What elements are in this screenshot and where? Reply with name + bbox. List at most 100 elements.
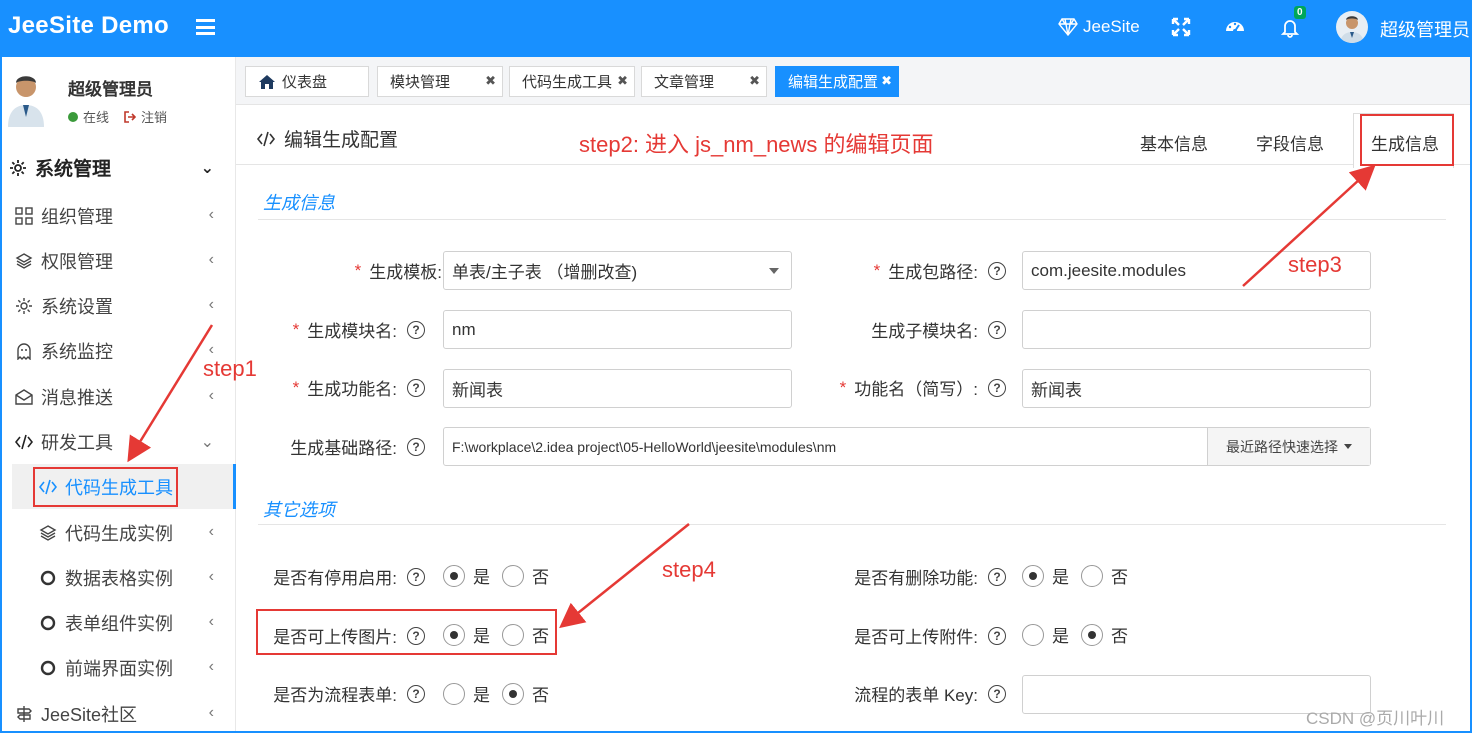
dashboard-icon[interactable] xyxy=(1224,16,1246,38)
upload-attach-label: 是否可上传附件:? xyxy=(796,623,1006,648)
annotation-box-step4 xyxy=(256,609,557,655)
sidebar-item-system-admin[interactable]: 系统管理 ⌄ xyxy=(0,145,236,190)
avatar[interactable] xyxy=(1336,11,1368,43)
close-icon[interactable]: ✖ xyxy=(485,73,496,89)
help-icon[interactable]: ? xyxy=(988,567,1006,586)
sidebar-item-community[interactable]: JeeSite社区 ‹ xyxy=(0,691,236,733)
tab-bar: 仪表盘 模块管理 ✖ 代码生成工具 ✖ 文章管理 ✖ 编辑生成配置 ✖ xyxy=(236,57,1472,105)
sidebar-user-name: 超级管理员 xyxy=(68,80,153,99)
annotation-step1: step1 xyxy=(203,356,257,381)
submodule-label: 生成子模块名:? xyxy=(796,317,1006,342)
sidebar-item-table-example[interactable]: 数据表格实例 ‹ xyxy=(0,555,236,600)
annotation-box-step3 xyxy=(1360,114,1454,166)
short-name-label: * 功能名（简写）:? xyxy=(796,375,1006,400)
function-label: * 生成功能名:? xyxy=(272,375,425,400)
package-label: * 生成包路径:? xyxy=(796,258,1006,283)
recent-path-button[interactable]: 最近路径快速选择 xyxy=(1207,428,1370,465)
sidebar-item-message[interactable]: 消息推送 ‹ xyxy=(0,374,236,419)
section-divider xyxy=(258,219,1446,220)
help-icon[interactable]: ? xyxy=(988,684,1006,703)
submodule-input[interactable] xyxy=(1022,310,1371,349)
module-input[interactable]: nm xyxy=(443,310,792,349)
menu-icon[interactable] xyxy=(196,19,215,35)
flow-form-radio-group: 是 否 xyxy=(443,681,561,706)
radio-no[interactable] xyxy=(1081,564,1103,587)
logout-link[interactable]: 注销 xyxy=(141,107,167,126)
upload-attach-radio-group: 是 否 xyxy=(1022,622,1140,647)
subtab-basic-info[interactable]: 基本信息 xyxy=(1140,130,1208,155)
annotation-box-step1 xyxy=(33,467,178,507)
user-panel: 超级管理员 在线 注销 xyxy=(0,57,236,142)
subtab-field-info[interactable]: 字段信息 xyxy=(1256,130,1324,155)
help-icon[interactable]: ? xyxy=(407,378,425,397)
brand-logo[interactable]: JeeSite Demo xyxy=(8,12,169,40)
top-navbar: JeeSite Demo JeeSite 0 超级管理员 xyxy=(0,0,1472,57)
help-icon[interactable]: ? xyxy=(988,378,1006,397)
template-label: * 生成模板: xyxy=(354,260,442,283)
online-dot-icon xyxy=(68,111,78,122)
chevron-left-icon: ‹ xyxy=(208,613,214,630)
tab-codegen-tool[interactable]: 代码生成工具 ✖ xyxy=(509,66,635,97)
sidebar-item-monitor[interactable]: 系统监控 ‹ xyxy=(0,328,236,373)
close-icon[interactable]: ✖ xyxy=(749,73,760,89)
circle-icon xyxy=(38,568,58,588)
layers-icon xyxy=(38,523,58,543)
code-icon xyxy=(256,131,276,146)
ghost-icon xyxy=(14,341,34,361)
notification-icon[interactable] xyxy=(1279,16,1301,38)
close-icon[interactable]: ✖ xyxy=(881,73,892,89)
sidebar: 超级管理员 在线 注销 系统管理 ⌄ 组织管理 ‹ 权限管理 ‹ 系统设置 ‹ … xyxy=(0,57,236,733)
jeesite-link[interactable]: JeeSite xyxy=(1058,17,1140,37)
close-icon[interactable]: ✖ xyxy=(617,73,628,89)
radio-yes[interactable] xyxy=(443,682,465,705)
base-path-input[interactable]: F:\workplace\2.idea project\05-HelloWorl… xyxy=(443,427,1371,466)
watermark: CSDN @页川叶川 xyxy=(1306,709,1445,728)
function-input[interactable]: 新闻表 xyxy=(443,369,792,408)
diamond-icon xyxy=(1058,18,1078,36)
section-title-other: 其它选项 xyxy=(263,500,335,520)
help-icon[interactable]: ? xyxy=(988,320,1006,339)
radio-no[interactable] xyxy=(502,682,524,705)
tab-dashboard[interactable]: 仪表盘 xyxy=(245,66,369,97)
logout-icon[interactable] xyxy=(124,110,137,123)
flow-key-label: 流程的表单 Key:? xyxy=(796,681,1006,706)
short-name-input[interactable]: 新闻表 xyxy=(1022,369,1371,408)
avatar xyxy=(8,76,44,127)
sidebar-item-codegen-example[interactable]: 代码生成实例 ‹ xyxy=(0,510,236,555)
radio-no[interactable] xyxy=(1081,623,1103,646)
chevron-down-icon: ⌄ xyxy=(200,434,214,451)
fullscreen-icon[interactable] xyxy=(1170,16,1192,38)
sidebar-item-settings[interactable]: 系统设置 ‹ xyxy=(0,283,236,328)
chevron-left-icon: ‹ xyxy=(208,206,214,223)
radio-yes[interactable] xyxy=(443,564,465,587)
gear-icon xyxy=(14,296,34,316)
help-icon[interactable]: ? xyxy=(988,626,1006,645)
radio-no[interactable] xyxy=(502,564,524,587)
radio-yes[interactable] xyxy=(1022,564,1044,587)
disable-enable-label: 是否有停用启用:? xyxy=(256,564,425,589)
help-icon[interactable]: ? xyxy=(407,567,425,586)
sidebar-item-org[interactable]: 组织管理 ‹ xyxy=(0,193,236,238)
tab-module-mgmt[interactable]: 模块管理 ✖ xyxy=(377,66,503,97)
chevron-left-icon: ‹ xyxy=(208,658,214,675)
user-name[interactable]: 超级管理员 xyxy=(1380,16,1470,42)
template-select[interactable]: 单表/主子表 （增删改查) xyxy=(443,251,792,290)
circle-icon xyxy=(38,658,58,678)
sidebar-item-devtools[interactable]: 研发工具 ⌄ xyxy=(0,419,236,464)
tab-edit-gen-config[interactable]: 编辑生成配置 ✖ xyxy=(775,66,899,97)
circle-icon xyxy=(38,613,58,633)
sidebar-item-frontend-example[interactable]: 前端界面实例 ‹ xyxy=(0,645,236,690)
help-icon[interactable]: ? xyxy=(407,684,425,703)
tab-article-mgmt[interactable]: 文章管理 ✖ xyxy=(641,66,767,97)
sidebar-item-permission[interactable]: 权限管理 ‹ xyxy=(0,238,236,283)
envelope-icon xyxy=(14,387,34,407)
help-icon[interactable]: ? xyxy=(407,320,425,339)
chevron-left-icon: ‹ xyxy=(208,523,214,540)
chevron-down-icon: ⌄ xyxy=(200,160,214,177)
delete-func-label: 是否有删除功能:? xyxy=(796,564,1006,589)
radio-yes[interactable] xyxy=(1022,623,1044,646)
help-icon[interactable]: ? xyxy=(407,437,425,456)
sidebar-item-form-example[interactable]: 表单组件实例 ‹ xyxy=(0,600,236,645)
help-icon[interactable]: ? xyxy=(988,261,1006,280)
base-path-label: 生成基础路径:? xyxy=(272,434,425,459)
